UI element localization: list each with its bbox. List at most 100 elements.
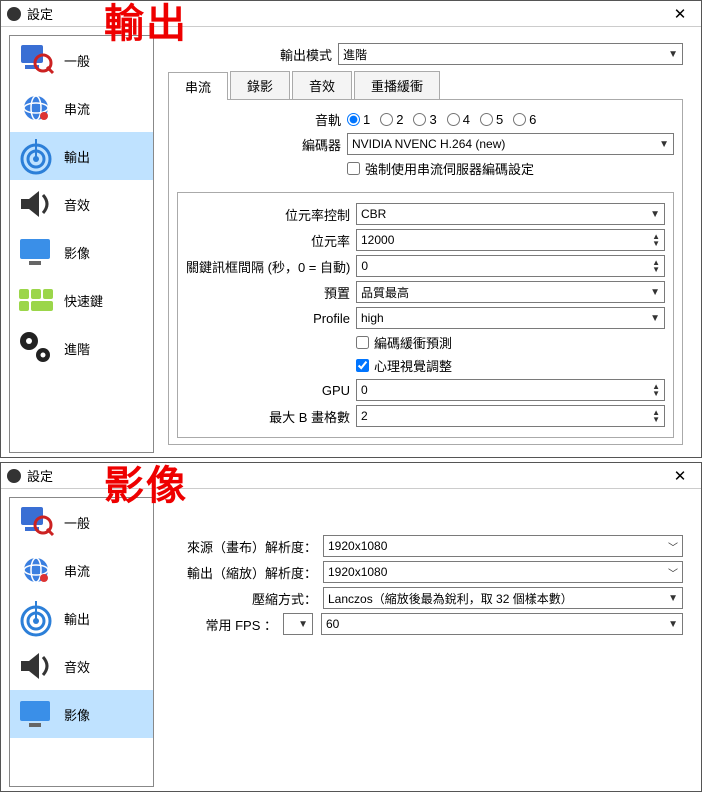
track-radio-input-2[interactable]: [380, 113, 393, 126]
enforce-checkbox-input[interactable]: [347, 162, 360, 175]
sidebar-item-label: 進階: [64, 339, 90, 358]
gpu-label: GPU: [186, 383, 356, 398]
sidebar-item-stream[interactable]: 串流: [10, 546, 153, 594]
overlay-annotation: 影像: [104, 453, 188, 511]
close-button[interactable]: ✕: [665, 5, 695, 23]
chevron-down-icon: ▼: [650, 287, 660, 298]
fps-combo[interactable]: 60▼: [321, 613, 683, 635]
sidebar-item-output[interactable]: 輸出: [10, 132, 153, 180]
chevron-down-icon: ▼: [298, 619, 308, 630]
sidebar-item-label: 影像: [64, 243, 90, 262]
chevron-down-icon: ▼: [668, 619, 678, 630]
track-radio-5[interactable]: 5: [480, 112, 503, 127]
psycho-checkbox-input[interactable]: [356, 359, 369, 372]
base-res-label: 來源（畫布）解析度：: [168, 537, 323, 556]
track-radio-6[interactable]: 6: [513, 112, 536, 127]
general-icon: [16, 40, 56, 80]
profile-label: Profile: [186, 311, 356, 326]
hotkeys-icon: [16, 280, 56, 320]
tabs: 串流錄影音效重播緩衝: [168, 71, 683, 100]
stream-icon: [16, 88, 56, 128]
content-pane: 輸出模式 進階 ▼ 串流錄影音效重播緩衝 音軌 123456 編碼器 NVIDI…: [154, 35, 693, 453]
track-radio-input-5[interactable]: [480, 113, 493, 126]
track-radio-input-3[interactable]: [413, 113, 426, 126]
track-radio-input-1[interactable]: [347, 113, 360, 126]
sidebar-item-label: 輸出: [64, 147, 90, 166]
chevron-down-icon: ▼: [650, 209, 660, 220]
sidebar: 一般串流輸出音效影像快速鍵進階: [9, 35, 154, 453]
encoder-value: NVIDIA NVENC H.264 (new): [352, 137, 505, 151]
general-icon: [16, 502, 56, 542]
sidebar-item-video[interactable]: 影像: [10, 690, 153, 738]
sidebar-item-audio[interactable]: 音效: [10, 180, 153, 228]
psycho-checkbox[interactable]: 心理視覺調整: [356, 356, 452, 375]
bitrate-input[interactable]: 12000 ▲▼: [356, 229, 665, 251]
enforce-checkbox[interactable]: 強制使用串流伺服器編碼設定: [347, 159, 534, 178]
tab-音效[interactable]: 音效: [292, 71, 352, 99]
chevron-down-icon: ▼: [650, 313, 660, 324]
obs-icon: [7, 7, 21, 21]
encoder-combo[interactable]: NVIDIA NVENC H.264 (new) ▼: [347, 133, 674, 155]
track-label: 音軌: [177, 110, 347, 129]
chevron-down-icon: ▼: [668, 49, 678, 60]
spinner-icon[interactable]: ▲▼: [652, 383, 660, 397]
close-button[interactable]: ✕: [665, 467, 695, 485]
lookahead-checkbox[interactable]: 編碼緩衝預測: [356, 333, 452, 352]
encoder-settings-group: 位元率控制 CBR▼ 位元率 12000 ▲▼ 關鍵訊框間隔 (秒，0 =: [177, 192, 674, 438]
spinner-icon[interactable]: ▲▼: [652, 259, 660, 273]
keyint-label: 關鍵訊框間隔 (秒，0 = 自動): [186, 257, 356, 276]
tab-重播緩衝[interactable]: 重播緩衝: [354, 71, 440, 99]
sidebar-item-output[interactable]: 輸出: [10, 594, 153, 642]
sidebar-item-audio[interactable]: 音效: [10, 642, 153, 690]
sidebar-item-label: 音效: [64, 195, 90, 214]
settings-window-video: 設定 ✕ 影像 一般串流輸出音效影像 來源（畫布）解析度： 1920x1080﹀…: [0, 462, 702, 792]
output-mode-combo[interactable]: 進階 ▼: [338, 43, 683, 65]
track-radio-input-4[interactable]: [447, 113, 460, 126]
spinner-icon[interactable]: ▲▼: [652, 409, 660, 423]
track-radio-1[interactable]: 1: [347, 112, 370, 127]
spinner-icon[interactable]: ▲▼: [652, 233, 660, 247]
preset-combo[interactable]: 品質最高▼: [356, 281, 665, 303]
bframes-input[interactable]: 2 ▲▼: [356, 405, 665, 427]
base-res-combo[interactable]: 1920x1080﹀: [323, 535, 683, 557]
preset-label: 預置: [186, 283, 356, 302]
output-icon: [16, 598, 56, 638]
profile-combo[interactable]: high▼: [356, 307, 665, 329]
audio-icon: [16, 184, 56, 224]
track-radio-3[interactable]: 3: [413, 112, 436, 127]
sidebar-item-hotkeys[interactable]: 快速鍵: [10, 276, 153, 324]
obs-icon: [7, 469, 21, 483]
sidebar-item-video[interactable]: 影像: [10, 228, 153, 276]
rate-control-combo[interactable]: CBR▼: [356, 203, 665, 225]
sidebar: 一般串流輸出音效影像: [9, 497, 154, 787]
sidebar-item-label: 影像: [64, 705, 90, 724]
encoder-label: 編碼器: [177, 135, 347, 154]
output-mode-value: 進階: [343, 46, 367, 63]
audio-icon: [16, 646, 56, 686]
tab-串流[interactable]: 串流: [168, 72, 228, 100]
stream-icon: [16, 550, 56, 590]
chevron-down-icon: ﹀: [668, 539, 678, 554]
fps-type-combo[interactable]: ▼: [283, 613, 313, 635]
output-mode-label: 輸出模式: [168, 45, 338, 64]
track-radio-input-6[interactable]: [513, 113, 526, 126]
sidebar-item-advanced[interactable]: 進階: [10, 324, 153, 372]
track-radio-4[interactable]: 4: [447, 112, 470, 127]
rate-control-label: 位元率控制: [186, 205, 356, 224]
advanced-icon: [16, 328, 56, 368]
track-radio-2[interactable]: 2: [380, 112, 403, 127]
scaled-res-combo[interactable]: 1920x1080﹀: [323, 561, 683, 583]
tab-錄影[interactable]: 錄影: [230, 71, 290, 99]
sidebar-item-label: 串流: [64, 561, 90, 580]
lookahead-checkbox-input[interactable]: [356, 336, 369, 349]
tab-panel-stream: 音軌 123456 編碼器 NVIDIA NVENC H.264 (new) ▼…: [168, 100, 683, 445]
enforce-label: 強制使用串流伺服器編碼設定: [365, 159, 534, 178]
sidebar-item-label: 快速鍵: [64, 291, 103, 310]
gpu-input[interactable]: 0 ▲▼: [356, 379, 665, 401]
filter-combo[interactable]: Lanczos（縮放後最為銳利，取 32 個樣本數）▼: [323, 587, 683, 609]
chevron-down-icon: ﹀: [668, 565, 678, 580]
keyint-input[interactable]: 0 ▲▼: [356, 255, 665, 277]
chevron-down-icon: ▼: [668, 593, 678, 604]
sidebar-item-stream[interactable]: 串流: [10, 84, 153, 132]
bframes-label: 最大 B 畫格數: [186, 407, 356, 426]
